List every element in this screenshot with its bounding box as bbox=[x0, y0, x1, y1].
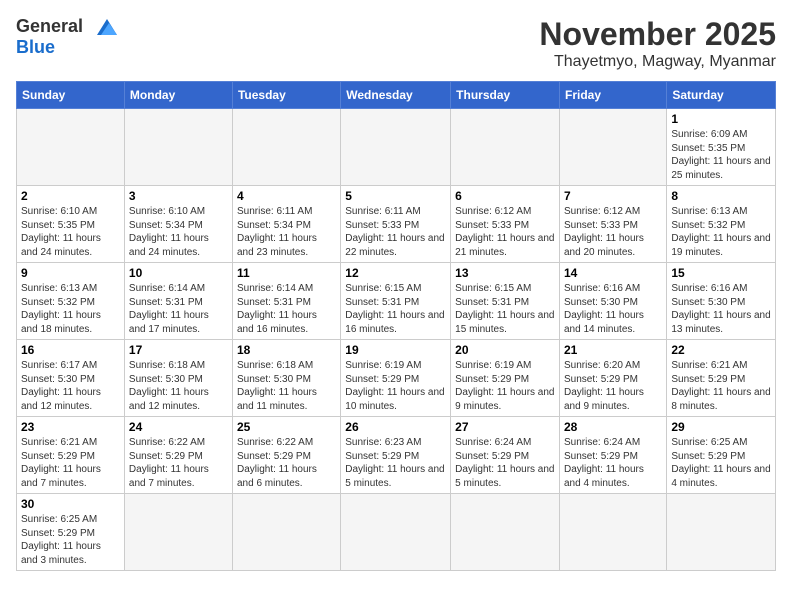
day-number-1: 1 bbox=[671, 112, 771, 126]
day-info-1: Sunrise: 6:09 AM Sunset: 5:35 PM Dayligh… bbox=[671, 128, 771, 182]
empty-cell bbox=[341, 494, 451, 571]
empty-cell bbox=[17, 109, 125, 186]
day-13: 13 Sunrise: 6:15 AM Sunset: 5:31 PM Dayl… bbox=[451, 263, 560, 340]
sunrise-label-1: Sunrise: bbox=[671, 129, 708, 140]
sunset-label-1: Sunset: bbox=[671, 143, 705, 154]
day-8: 8 Sunrise: 6:13 AM Sunset: 5:32 PM Dayli… bbox=[667, 186, 776, 263]
day-29: 29 Sunrise: 6:25 AM Sunset: 5:29 PM Dayl… bbox=[667, 417, 776, 494]
month-title: November 2025 bbox=[539, 16, 776, 53]
calendar-row-3: 9 Sunrise: 6:13 AM Sunset: 5:32 PM Dayli… bbox=[17, 263, 776, 340]
calendar-row-2: 2 Sunrise: 6:10 AM Sunset: 5:35 PM Dayli… bbox=[17, 186, 776, 263]
day-4: 4 Sunrise: 6:11 AM Sunset: 5:34 PM Dayli… bbox=[232, 186, 340, 263]
header-saturday: Saturday bbox=[667, 82, 776, 109]
day-17: 17 Sunrise: 6:18 AM Sunset: 5:30 PM Dayl… bbox=[124, 340, 232, 417]
empty-cell bbox=[451, 494, 560, 571]
header-friday: Friday bbox=[560, 82, 667, 109]
day-2: 2 Sunrise: 6:10 AM Sunset: 5:35 PM Dayli… bbox=[17, 186, 125, 263]
empty-cell bbox=[451, 109, 560, 186]
calendar-row-1: 1 Sunrise: 6:09 AM Sunset: 5:35 PM Dayli… bbox=[17, 109, 776, 186]
day-5: 5 Sunrise: 6:11 AM Sunset: 5:33 PM Dayli… bbox=[341, 186, 451, 263]
location-title: Thayetmyo, Magway, Myanmar bbox=[539, 53, 776, 71]
day-28: 28 Sunrise: 6:24 AM Sunset: 5:29 PM Dayl… bbox=[560, 417, 667, 494]
empty-cell bbox=[124, 109, 232, 186]
day-25: 25 Sunrise: 6:22 AM Sunset: 5:29 PM Dayl… bbox=[232, 417, 340, 494]
day-number-2: 2 bbox=[21, 189, 120, 203]
calendar: Sunday Monday Tuesday Wednesday Thursday… bbox=[16, 81, 776, 571]
day-9: 9 Sunrise: 6:13 AM Sunset: 5:32 PM Dayli… bbox=[17, 263, 125, 340]
day-3: 3 Sunrise: 6:10 AM Sunset: 5:34 PM Dayli… bbox=[124, 186, 232, 263]
sunrise-val-1: 6:09 AM bbox=[711, 129, 748, 140]
day-1: 1 Sunrise: 6:09 AM Sunset: 5:35 PM Dayli… bbox=[667, 109, 776, 186]
empty-cell bbox=[341, 109, 451, 186]
logo-general-text: General bbox=[16, 16, 83, 37]
day-27: 27 Sunrise: 6:24 AM Sunset: 5:29 PM Dayl… bbox=[451, 417, 560, 494]
empty-cell bbox=[667, 494, 776, 571]
day-23: 23 Sunrise: 6:21 AM Sunset: 5:29 PM Dayl… bbox=[17, 417, 125, 494]
day-24: 24 Sunrise: 6:22 AM Sunset: 5:29 PM Dayl… bbox=[124, 417, 232, 494]
day-22: 22 Sunrise: 6:21 AM Sunset: 5:29 PM Dayl… bbox=[667, 340, 776, 417]
day-18: 18 Sunrise: 6:18 AM Sunset: 5:30 PM Dayl… bbox=[232, 340, 340, 417]
day-15: 15 Sunrise: 6:16 AM Sunset: 5:30 PM Dayl… bbox=[667, 263, 776, 340]
day-26: 26 Sunrise: 6:23 AM Sunset: 5:29 PM Dayl… bbox=[341, 417, 451, 494]
calendar-row-5: 23 Sunrise: 6:21 AM Sunset: 5:29 PM Dayl… bbox=[17, 417, 776, 494]
day-19: 19 Sunrise: 6:19 AM Sunset: 5:29 PM Dayl… bbox=[341, 340, 451, 417]
empty-cell bbox=[232, 494, 340, 571]
logo-icon bbox=[87, 17, 117, 37]
day-info-2: Sunrise: 6:10 AM Sunset: 5:35 PM Dayligh… bbox=[21, 205, 120, 259]
header-wednesday: Wednesday bbox=[341, 82, 451, 109]
day-16: 16 Sunrise: 6:17 AM Sunset: 5:30 PM Dayl… bbox=[17, 340, 125, 417]
day-30: 30 Sunrise: 6:25 AM Sunset: 5:29 PM Dayl… bbox=[17, 494, 125, 571]
header-sunday: Sunday bbox=[17, 82, 125, 109]
empty-cell bbox=[124, 494, 232, 571]
day-6: 6 Sunrise: 6:12 AM Sunset: 5:33 PM Dayli… bbox=[451, 186, 560, 263]
calendar-row-4: 16 Sunrise: 6:17 AM Sunset: 5:30 PM Dayl… bbox=[17, 340, 776, 417]
day-10: 10 Sunrise: 6:14 AM Sunset: 5:31 PM Dayl… bbox=[124, 263, 232, 340]
title-section: November 2025 Thayetmyo, Magway, Myanmar bbox=[539, 16, 776, 71]
day-11: 11 Sunrise: 6:14 AM Sunset: 5:31 PM Dayl… bbox=[232, 263, 340, 340]
weekday-header-row: Sunday Monday Tuesday Wednesday Thursday… bbox=[17, 82, 776, 109]
day-21: 21 Sunrise: 6:20 AM Sunset: 5:29 PM Dayl… bbox=[560, 340, 667, 417]
header-tuesday: Tuesday bbox=[232, 82, 340, 109]
empty-cell bbox=[232, 109, 340, 186]
day-20: 20 Sunrise: 6:19 AM Sunset: 5:29 PM Dayl… bbox=[451, 340, 560, 417]
logo-blue-text: Blue bbox=[16, 37, 55, 58]
empty-cell bbox=[560, 494, 667, 571]
empty-cell bbox=[560, 109, 667, 186]
header-monday: Monday bbox=[124, 82, 232, 109]
header: General Blue November 2025 Thayetmyo, Ma… bbox=[16, 16, 776, 71]
day-7: 7 Sunrise: 6:12 AM Sunset: 5:33 PM Dayli… bbox=[560, 186, 667, 263]
daylight-label-1: Daylight: bbox=[671, 156, 710, 167]
day-14: 14 Sunrise: 6:16 AM Sunset: 5:30 PM Dayl… bbox=[560, 263, 667, 340]
header-thursday: Thursday bbox=[451, 82, 560, 109]
day-12: 12 Sunrise: 6:15 AM Sunset: 5:31 PM Dayl… bbox=[341, 263, 451, 340]
calendar-row-6: 30 Sunrise: 6:25 AM Sunset: 5:29 PM Dayl… bbox=[17, 494, 776, 571]
logo: General Blue bbox=[16, 16, 117, 58]
sunset-val-1: 5:35 PM bbox=[708, 143, 745, 154]
